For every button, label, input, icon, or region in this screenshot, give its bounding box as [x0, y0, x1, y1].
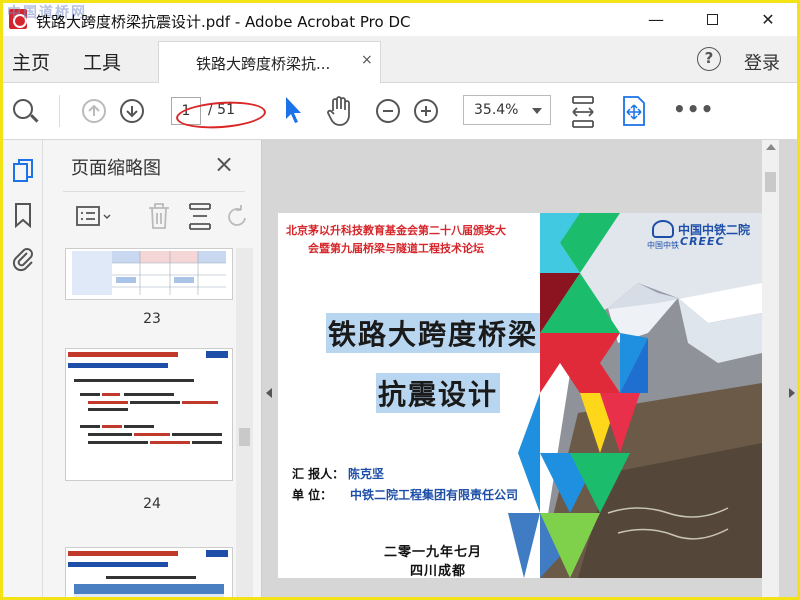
slide-place: 四川成都	[410, 564, 467, 578]
minimize-button[interactable]: —	[633, 3, 679, 36]
arrow-down-icon	[126, 106, 138, 118]
delete-icon[interactable]	[147, 202, 171, 230]
maximize-icon	[706, 14, 718, 25]
page-thumbnail[interactable]	[65, 547, 233, 597]
reporter-name: 陈克坚	[348, 467, 385, 481]
logo-subtext: 中国中铁	[647, 241, 679, 250]
window-title: 铁路大跨度桥梁抗震设计.pdf - Adobe Acrobat Pro DC	[36, 13, 411, 31]
search-icon[interactable]	[13, 99, 33, 119]
full-screen-icon[interactable]	[620, 95, 648, 127]
slide-title-line2: 抗震设计	[376, 373, 501, 413]
thumbnail-image	[66, 349, 232, 444]
document-scrollbar[interactable]	[762, 140, 779, 597]
previous-page-button[interactable]	[82, 99, 106, 123]
maximize-button[interactable]	[689, 3, 735, 36]
close-panel-button[interactable]: ×	[214, 150, 234, 178]
zoom-level-value: 35.4%	[474, 102, 519, 118]
thumbnail-options-icon[interactable]	[75, 204, 113, 230]
left-navigation-rail	[3, 140, 43, 597]
panel-toolbar	[63, 200, 247, 240]
zoom-in-button[interactable]	[414, 99, 438, 123]
chevron-down-icon	[532, 108, 542, 114]
tab-tools[interactable]: 工具	[83, 48, 121, 75]
fit-page-icon[interactable]	[570, 95, 596, 129]
thumbnail-label: 23	[143, 311, 161, 327]
more-options-icon[interactable]: •••	[673, 97, 714, 121]
plus-icon	[421, 106, 431, 116]
logo-english: CREEC	[680, 235, 725, 248]
thumbnail-list: 23 24	[43, 248, 248, 597]
pdf-page: 中国中铁二院 CREEC 中国中铁 北京茅以升科技教育基金会第二十八届颁奖大 会…	[278, 213, 762, 578]
reporter-label: 汇 报人：	[292, 467, 345, 481]
zoom-level-select[interactable]: 35.4%	[463, 95, 551, 125]
slide-background-graphic	[278, 213, 762, 578]
minus-icon	[383, 110, 393, 112]
tab-home[interactable]: 主页	[12, 48, 50, 75]
scrollbar-thumb[interactable]	[239, 428, 250, 446]
slide-date: 二零一九年七月	[384, 545, 483, 560]
expand-right-panel-icon[interactable]	[789, 388, 795, 398]
slide-header-line1: 北京茅以升科技教育基金会第二十八届颁奖大	[286, 224, 506, 237]
select-cursor-icon[interactable]	[283, 95, 305, 125]
tab-document[interactable]: 铁路大跨度桥梁抗... ×	[158, 41, 381, 84]
scrollbar-thumb[interactable]	[765, 172, 776, 192]
thumbnail-label: 24	[143, 496, 161, 512]
zoom-out-button[interactable]	[376, 99, 400, 123]
next-page-button[interactable]	[120, 99, 144, 123]
thumbnail-image	[72, 251, 226, 295]
collapse-left-panel-icon[interactable]	[266, 388, 272, 398]
unit-name: 中铁二院工程集团有限责任公司	[350, 488, 519, 502]
toolbar-separator	[59, 95, 60, 127]
creec-logo-icon	[652, 220, 674, 238]
login-button[interactable]: 登录	[744, 49, 780, 75]
page-thumbnail[interactable]	[65, 348, 233, 481]
bookmark-icon[interactable]	[11, 202, 35, 228]
document-view: 中国中铁二院 CREEC 中国中铁 北京茅以升科技教育基金会第二十八届颁奖大 会…	[262, 140, 797, 597]
thumbnail-scrollbar[interactable]	[236, 248, 253, 597]
slide-header-line2: 会暨第九届桥梁与隧道工程技术论坛	[308, 242, 484, 255]
document-tab-label: 铁路大跨度桥梁抗...	[196, 55, 331, 73]
help-button[interactable]: ?	[697, 47, 721, 71]
rotate-icon[interactable]	[227, 204, 247, 230]
page-thumbnail[interactable]	[65, 248, 233, 300]
attachment-icon[interactable]	[11, 246, 35, 272]
title-bar: 中国道桥网 铁路大跨度桥梁抗震设计.pdf - Adobe Acrobat Pr…	[3, 3, 797, 36]
scroll-up-icon[interactable]	[766, 144, 776, 150]
close-tab-icon[interactable]: ×	[361, 52, 373, 68]
arrow-up-icon	[88, 104, 100, 116]
thumbnail-image	[68, 550, 228, 597]
close-window-button[interactable]: ✕	[745, 3, 791, 36]
slide-title-line1: 铁路大跨度桥梁	[326, 313, 541, 353]
insert-page-icon[interactable]	[187, 202, 213, 232]
unit-label: 单 位：	[292, 488, 333, 502]
toolbar: 1 / 51 35.4% •••	[3, 83, 797, 140]
page-thumbnails-icon[interactable]	[11, 158, 35, 184]
panel-divider	[63, 191, 245, 192]
panel-title: 页面缩略图	[71, 158, 161, 179]
hand-tool-icon[interactable]	[325, 95, 355, 127]
tab-bar: 主页 工具 铁路大跨度桥梁抗... × ? 登录	[3, 36, 797, 84]
thumbnail-panel: 页面缩略图 × 23 24	[43, 140, 262, 597]
